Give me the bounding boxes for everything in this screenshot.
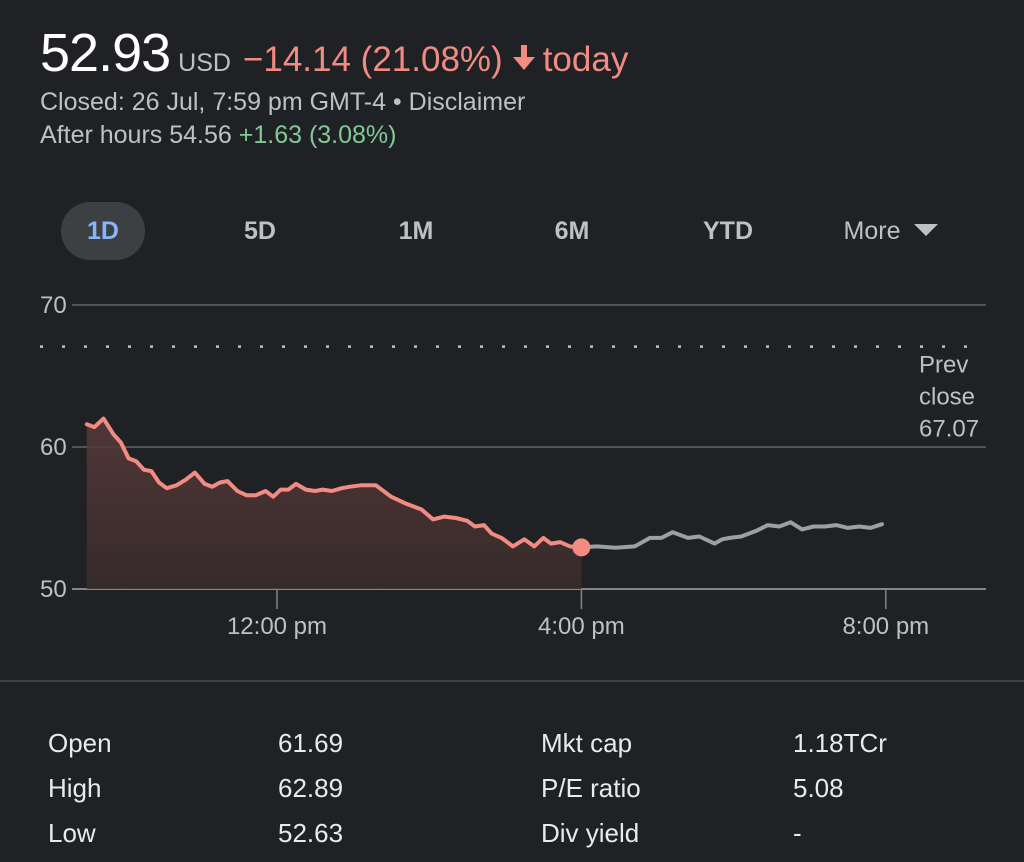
stat-value: 52.63 (278, 818, 344, 848)
tab-ytd[interactable]: YTD (688, 202, 768, 260)
prev-close-label-line2: close (919, 384, 975, 411)
x-tick-label: 4:00 pm (538, 613, 625, 640)
after-hours-price: 54.56 (169, 121, 232, 149)
tab-more[interactable]: More (826, 202, 956, 260)
stat-label: Open (48, 728, 112, 758)
section-divider (0, 680, 1024, 682)
stat-label: P/E ratio (541, 773, 641, 803)
prev-close-label-line1: Prev (919, 352, 968, 379)
y-tick-label-70: 70 (40, 292, 67, 319)
stat-label: High (48, 773, 102, 803)
series-line-after-hours (579, 520, 884, 550)
stat-high: High 62.89 (48, 773, 448, 809)
price-row: 52.93 USD −14.14 (21.08%) today (40, 22, 628, 84)
after-hours-change: +1.63 (3.08%) (238, 121, 397, 149)
stat-label: Div yield (541, 818, 640, 848)
change-period: today (542, 40, 629, 79)
prev-close-value: 67.07 (919, 416, 979, 443)
currency-code: USD (178, 49, 231, 77)
stat-div-yield: Div yield - (541, 818, 991, 854)
range-tabs: 1D 5D 1M 6M YTD More (0, 202, 1024, 260)
tab-5d-label: 5D (244, 217, 276, 245)
tab-1d[interactable]: 1D (61, 202, 145, 260)
arrow-down-icon (511, 43, 537, 73)
closed-status: Closed: 26 Jul, 7:59 pm GMT-4 • Disclaim… (40, 88, 628, 117)
after-hours-label: After hours (40, 121, 163, 149)
series-area-0 (86, 418, 582, 589)
y-tick-label-60: 60 (40, 434, 67, 461)
tab-5d[interactable]: 5D (220, 202, 300, 260)
stat-value: 1.18TCr (793, 728, 887, 758)
price-chart[interactable]: 50 60 70 Prev close 67.07 12:00 pm 4:00 pm 8:00 … (0, 280, 1024, 650)
price-change: −14.14 (21.08%) (242, 40, 503, 79)
closed-timestamp: Closed: 26 Jul, 7:59 pm GMT-4 (40, 88, 386, 116)
stat-label: Mkt cap (541, 728, 633, 758)
tab-1d-label: 1D (87, 217, 119, 245)
disclaimer-link[interactable]: Disclaimer (409, 88, 526, 116)
stat-value: 5.08 (793, 773, 844, 803)
y-tick-label-50: 50 (40, 576, 67, 603)
stat-value: - (793, 818, 802, 848)
x-tick-label: 8:00 pm (842, 613, 929, 640)
stat-pe-ratio: P/E ratio 5.08 (541, 773, 991, 809)
x-tick-label: 12:00 pm (227, 613, 327, 640)
tab-ytd-label: YTD (703, 217, 753, 245)
stat-label: Low (48, 818, 96, 848)
after-hours-row: After hours 54.56 +1.63 (3.08%) (40, 121, 628, 150)
stat-low: Low 52.63 (48, 818, 448, 854)
separator-dot: • (385, 88, 409, 116)
dropdown-triangle-icon (914, 224, 939, 236)
tab-more-label: More (843, 217, 901, 245)
quote-header: 52.93 USD −14.14 (21.08%) today Closed: … (40, 22, 628, 150)
stat-open: Open 61.69 (48, 728, 448, 764)
stat-value: 62.89 (278, 773, 344, 803)
stat-mkt-cap: Mkt cap 1.18TCr (541, 728, 991, 764)
tab-6m-label: 6M (554, 217, 590, 245)
current-price: 52.93 (40, 23, 171, 83)
tab-6m[interactable]: 6M (532, 202, 612, 260)
tab-1m-label: 1M (398, 217, 434, 245)
stat-value: 61.69 (278, 728, 344, 758)
market-close-marker (572, 538, 591, 557)
tab-1m[interactable]: 1M (376, 202, 456, 260)
